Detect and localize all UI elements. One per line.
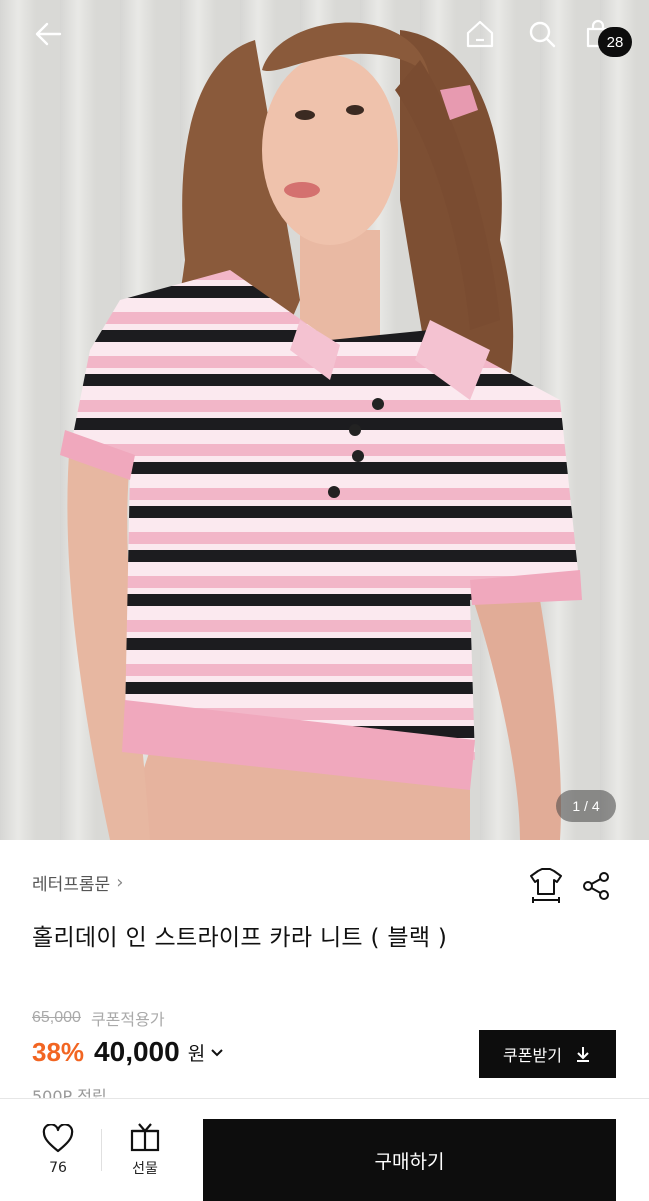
currency-label: 원 bbox=[187, 1042, 206, 1065]
share-icon bbox=[583, 872, 609, 900]
product-info: 레터프롬문 › 홀리데이 인 스트라이프 카라 니트 ( 블랙 ) 65,000… bbox=[0, 840, 649, 1098]
discount-rate: 38% bbox=[32, 1036, 85, 1067]
price-row: 38% 40,000 원 bbox=[32, 1036, 225, 1068]
sale-price: 40,000 bbox=[94, 1036, 180, 1067]
coupon-price-label: 쿠폰적용가 bbox=[90, 1010, 165, 1029]
divider bbox=[101, 1129, 102, 1171]
gift-label: 선물 bbox=[132, 1161, 158, 1177]
size-guide-icon bbox=[530, 868, 562, 903]
points-info: 500P 적립 bbox=[32, 1087, 107, 1098]
like-count: 76 bbox=[49, 1160, 67, 1176]
like-button[interactable]: 76 bbox=[18, 1099, 98, 1201]
brand-link[interactable]: 레터프롬문 › bbox=[32, 870, 123, 895]
brand-name: 레터프롬문 bbox=[32, 875, 111, 895]
size-guide-button[interactable] bbox=[526, 866, 566, 906]
heart-icon bbox=[42, 1124, 74, 1153]
buy-button[interactable]: 구매하기 bbox=[203, 1119, 616, 1201]
coupon-download-button[interactable]: 쿠폰받기 bbox=[479, 1030, 616, 1078]
chevron-right-icon: › bbox=[116, 872, 124, 893]
gift-button[interactable]: 선물 bbox=[105, 1099, 185, 1201]
cart-count-badge: 28 bbox=[598, 27, 632, 57]
home-button[interactable] bbox=[460, 14, 500, 54]
coupon-button-label: 쿠폰받기 bbox=[503, 1046, 562, 1065]
search-icon bbox=[529, 21, 556, 48]
product-photo bbox=[60, 22, 582, 840]
back-button[interactable] bbox=[28, 14, 68, 54]
chevron-down-icon[interactable] bbox=[209, 1044, 225, 1060]
download-icon bbox=[576, 1047, 589, 1062]
product-image-gallery[interactable]: 28 1 / 4 bbox=[0, 0, 649, 840]
gallery-page-indicator: 1 / 4 bbox=[556, 790, 616, 822]
original-price: 65,000 bbox=[32, 1009, 81, 1026]
gift-icon bbox=[130, 1123, 160, 1152]
original-price-row: 65,000 쿠폰적용가 bbox=[32, 1006, 165, 1030]
search-button[interactable] bbox=[522, 14, 562, 54]
home-icon bbox=[466, 20, 494, 48]
bottom-action-bar: 76 선물 구매하기 bbox=[0, 1098, 649, 1201]
arrow-left-icon bbox=[35, 22, 62, 46]
share-button[interactable] bbox=[576, 866, 616, 906]
product-title: 홀리데이 인 스트라이프 카라 니트 ( 블랙 ) bbox=[32, 925, 448, 951]
